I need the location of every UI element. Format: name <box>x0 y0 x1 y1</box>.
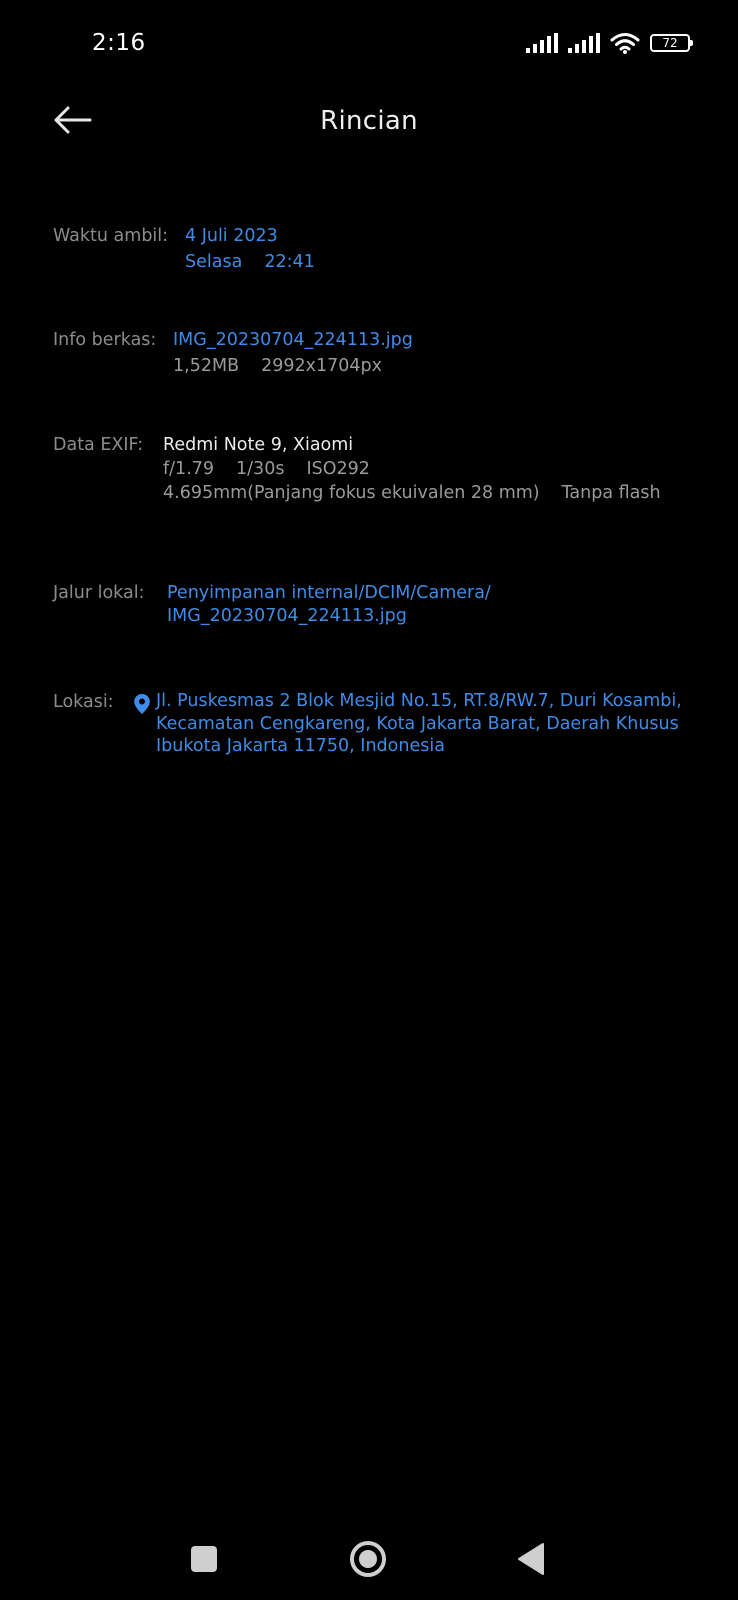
battery-icon: 72 <box>650 34 693 52</box>
signal-icon <box>526 33 558 53</box>
location-label: Lokasi: <box>53 692 114 712</box>
exif-row: Data EXIF: Redmi Note 9, Xiaomi f/1.79 1/… <box>53 433 698 513</box>
file-name[interactable]: IMG_20230704_224113.jpg <box>173 328 413 353</box>
status-icons: 72 <box>526 30 693 56</box>
exif-flash: Tanpa flash <box>561 483 661 503</box>
exif-iso: ISO292 <box>306 459 370 479</box>
local-path-row: Jalur lokal: Penyimpanan internal/DCIM/C… <box>53 581 698 637</box>
exif-value: Redmi Note 9, Xiaomi f/1.79 1/30s ISO292 4… <box>163 433 661 506</box>
file-info-label: Info berkas: <box>53 330 157 350</box>
exif-label: Data EXIF: <box>53 435 144 455</box>
page-title: Rincian <box>320 106 418 136</box>
local-path-value[interactable]: Penyimpanan internal/DCIM/Camera/ IMG_20… <box>167 581 491 629</box>
triangle-back-icon <box>518 1543 544 1575</box>
status-time: 2:16 <box>92 30 146 56</box>
file-info-row: Info berkas: IMG_20230704_224113.jpg 1,5… <box>53 328 698 384</box>
navigation-bar <box>0 1515 738 1600</box>
location-row: Lokasi: Jl. Puskesmas 2 Blok Mesjid No.1… <box>53 690 698 762</box>
capture-hour: 22:41 <box>264 252 315 272</box>
square-icon <box>191 1546 217 1572</box>
capture-day: Selasa <box>185 252 243 272</box>
exif-device: Redmi Note 9, Xiaomi <box>163 435 354 455</box>
signal-icon-2 <box>568 33 600 53</box>
capture-time-label: Waktu ambil: <box>53 226 169 246</box>
file-info-value: IMG_20230704_224113.jpg 1,52MB 2992x1704p… <box>173 328 413 379</box>
status-bar: 2:16 72 <box>0 0 738 80</box>
local-path-line-2: IMG_20230704_224113.jpg <box>167 606 407 626</box>
file-resolution: 2992x1704px <box>261 356 382 376</box>
local-path-line-1: Penyimpanan internal/DCIM/Camera/ <box>167 583 491 603</box>
battery-level: 72 <box>662 36 678 50</box>
exif-focal: 4.695mm(Panjang fokus ekuivalen 28 mm) <box>163 483 540 503</box>
recents-button[interactable] <box>182 1537 226 1581</box>
back-nav-button[interactable] <box>510 1537 554 1581</box>
capture-time-row: Waktu ambil: 4 Juli 2023 Selasa 22:41 <box>53 224 698 280</box>
home-circle-icon <box>350 1541 386 1577</box>
local-path-label: Jalur lokal: <box>53 583 145 603</box>
exif-shutter: 1/30s <box>236 459 285 479</box>
home-button[interactable] <box>346 1537 390 1581</box>
location-address[interactable]: Jl. Puskesmas 2 Blok Mesjid No.15, RT.8/… <box>156 690 698 758</box>
exif-aperture: f/1.79 <box>163 459 215 479</box>
wifi-icon <box>610 33 640 54</box>
app-bar: Rincian <box>0 90 738 156</box>
capture-time-value: 4 Juli 2023 Selasa 22:41 <box>185 224 315 275</box>
location-pin-icon <box>134 694 150 714</box>
capture-date: 4 Juli 2023 <box>185 226 278 246</box>
file-size: 1,52MB <box>173 356 240 376</box>
